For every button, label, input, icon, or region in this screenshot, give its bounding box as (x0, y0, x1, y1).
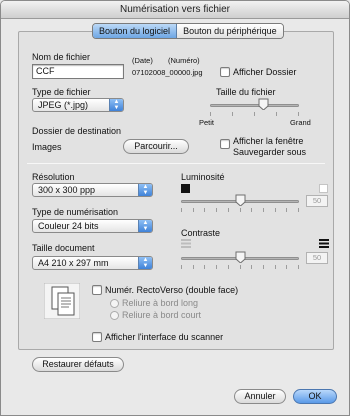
show-save-as-label-1: Afficher la fenêtre (233, 136, 304, 146)
file-type-label: Type de fichier (32, 87, 91, 97)
file-size-label: Taille du fichier (216, 87, 276, 97)
brightness-ticks (181, 208, 299, 212)
file-name-label: Nom de fichier (32, 52, 91, 62)
slider-tick (298, 265, 299, 269)
tab-software-button[interactable]: Bouton du logiciel (93, 24, 178, 38)
file-type-select[interactable]: JPEG (*.jpg) ▲ ▼ (32, 98, 124, 112)
duplex-checkbox[interactable] (92, 285, 102, 295)
scan-type-value: Couleur 24 bits (38, 221, 99, 231)
brightness-dark-icon (181, 184, 190, 193)
slider-tick (192, 208, 194, 212)
long-edge-radio[interactable] (110, 299, 119, 308)
contrast-high-icon (319, 239, 329, 248)
slider-tick (210, 112, 211, 116)
show-folder-checkbox[interactable] (220, 67, 230, 77)
contrast-value-field[interactable]: 50 (306, 252, 328, 264)
document-size-select[interactable]: A4 210 x 297 mm ▲ ▼ (32, 256, 153, 270)
window-title: Numérisation vers fichier (1, 1, 349, 19)
slider-tick (298, 208, 299, 212)
duplex-pages-icon (44, 283, 80, 319)
slider-tick (181, 265, 182, 269)
restore-defaults-button[interactable]: Restaurer défauts (32, 357, 124, 372)
date-label: (Date) (132, 56, 153, 65)
destination-label: Dossier de destination (32, 126, 122, 136)
slider-tick (232, 112, 233, 116)
slider-tick (216, 265, 218, 269)
slider-tick (254, 112, 255, 116)
short-edge-label: Reliure à bord court (122, 310, 202, 320)
slider-tick (251, 208, 253, 212)
slider-tick (262, 265, 264, 269)
duplex-label: Numér. RectoVerso (double face) (105, 285, 239, 295)
example-file-name: 07102008_00000.jpg (132, 68, 203, 77)
separator (27, 163, 325, 164)
long-edge-label: Reliure à bord long (122, 298, 199, 308)
resolution-select[interactable]: 300 x 300 ppp ▲ ▼ (32, 183, 153, 197)
slider-tick (251, 265, 253, 269)
popup-arrows-icon: ▲ ▼ (138, 257, 152, 269)
slider-tick (216, 208, 218, 212)
scan-type-label: Type de numérisation (32, 207, 119, 217)
file-size-max-label: Grand (290, 118, 311, 127)
resolution-label: Résolution (32, 172, 75, 182)
slider-tick (239, 208, 241, 212)
popup-arrows-icon: ▲ ▼ (138, 184, 152, 196)
scan-type-select[interactable]: Couleur 24 bits ▲ ▼ (32, 219, 153, 233)
popup-arrows-icon: ▲ ▼ (138, 220, 152, 232)
file-name-input[interactable]: CCF (32, 64, 124, 79)
slider-tick (204, 208, 206, 212)
document-size-value: A4 210 x 297 mm (38, 258, 109, 268)
file-size-min-label: Petit (199, 118, 215, 127)
file-size-slider-knob[interactable] (258, 98, 269, 110)
contrast-ticks (181, 265, 299, 269)
show-save-as-checkbox[interactable] (220, 139, 230, 149)
destination-value: Images (32, 142, 62, 152)
contrast-slider-knob[interactable] (235, 251, 246, 263)
file-size-slider-track[interactable] (210, 104, 299, 107)
show-save-as-label-2: Sauvegarder sous (233, 147, 307, 157)
document-size-label: Taille document (32, 243, 95, 253)
slider-tick (286, 208, 288, 212)
dialog-window: Numérisation vers fichier Bouton du logi… (0, 0, 350, 416)
file-type-value: JPEG (*.jpg) (38, 100, 89, 110)
contrast-low-icon (181, 239, 191, 248)
slider-tick (192, 265, 194, 269)
slider-tick (298, 112, 299, 116)
brightness-label: Luminosité (181, 172, 225, 182)
tab-device-button[interactable]: Bouton du périphérique (177, 24, 283, 38)
brightness-light-icon (319, 184, 328, 193)
show-folder-label: Afficher Dossier (233, 67, 297, 77)
brightness-slider-knob[interactable] (235, 194, 246, 206)
cancel-button[interactable]: Annuler (234, 389, 286, 404)
scanner-interface-checkbox[interactable] (92, 332, 102, 342)
number-label: (Numéro) (168, 56, 200, 65)
popup-arrows-icon: ▲ ▼ (109, 99, 123, 111)
ok-button[interactable]: OK (293, 389, 337, 404)
slider-tick (227, 208, 229, 212)
slider-tick (274, 265, 276, 269)
browse-button[interactable]: Parcourir... (123, 139, 189, 154)
slider-tick (181, 208, 182, 212)
slider-tick (262, 208, 264, 212)
slider-tick (239, 265, 241, 269)
short-edge-radio[interactable] (110, 311, 119, 320)
slider-tick (286, 265, 288, 269)
slider-tick (204, 265, 206, 269)
contrast-label: Contraste (181, 228, 221, 238)
scanner-interface-label: Afficher l'interface du scanner (105, 332, 224, 342)
brightness-value-field[interactable]: 50 (306, 195, 328, 207)
resolution-value: 300 x 300 ppp (38, 185, 96, 195)
slider-tick (227, 265, 229, 269)
tab-bar: Bouton du logiciel Bouton du périphériqu… (92, 23, 284, 39)
slider-tick (276, 112, 277, 116)
file-size-ticks (210, 112, 299, 116)
slider-tick (274, 208, 276, 212)
